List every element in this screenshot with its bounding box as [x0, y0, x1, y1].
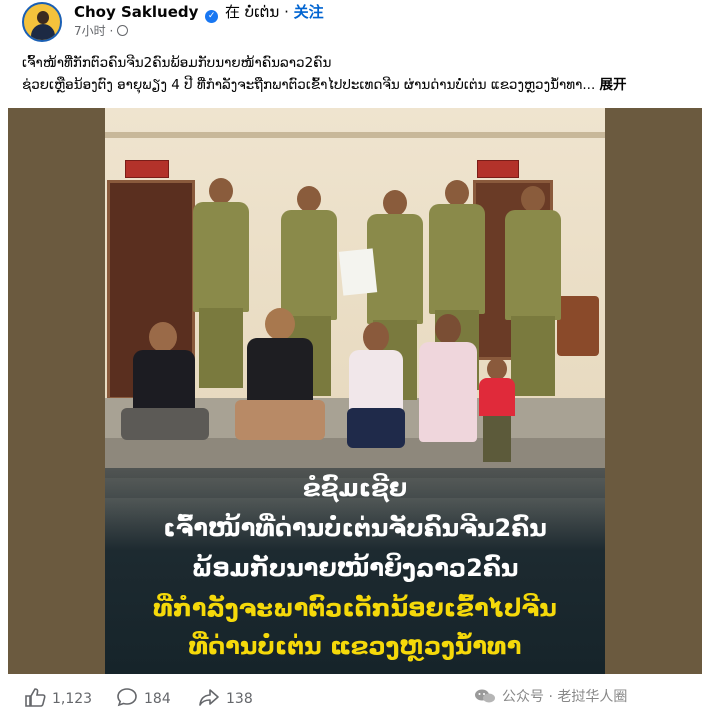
- chair: [557, 296, 599, 356]
- post-time[interactable]: 7小时: [74, 24, 106, 38]
- separator: ·: [284, 3, 289, 21]
- caption-line-2: ຊ່ວຍເຫຼືອນ້ອງຕົງ ອາຍຸພຽງ 4 ປີ ທີ່ກຳລັງຈະ…: [22, 74, 692, 96]
- image-text-overlay: ຂໍຊົມເຊີຍ ເຈົ້າໜ້າທີ່ດ່ານບໍ່ເຕ່ນຈັບຄົນຈີ…: [105, 468, 605, 674]
- overlay-line-3: ພ້ອມກັບນາຍໜ້າຍິງລາວ2ຄົນ: [191, 554, 519, 582]
- comment-icon: [117, 688, 137, 707]
- post-header: Choy Sakluedy ✓ 在 ບໍ່ເຕ່ນ · 关注 7小时 ·: [0, 0, 710, 44]
- avatar[interactable]: [22, 2, 62, 42]
- wechat-watermark: 公众号 · 老挝华人圈: [474, 687, 627, 707]
- avatar-head: [37, 11, 49, 24]
- see-more-button[interactable]: 展开: [600, 77, 627, 93]
- share-count: 138: [226, 691, 253, 707]
- red-sign-left: [125, 160, 169, 178]
- post-meta: 7小时 ·: [74, 23, 129, 39]
- post-caption: ເຈົ້າໜ້າທີ່ກັກຕົວຄົນຈີນ2ຄົນພ້ອມກັບນາຍໜ້າ…: [22, 52, 692, 96]
- avatar-body: [31, 24, 55, 40]
- overlay-line-4: ທີ່ກຳລັງຈະພາຕົວເດັກນ້ອຍເຂົ້າໄປຈີນ: [153, 594, 557, 622]
- seated-man: [229, 308, 329, 458]
- caption-line-1: ເຈົ້າໜ້າທີ່ກັກຕົວຄົນຈີນ2ຄົນພ້ອມກັບນາຍໜ້າ…: [22, 55, 332, 71]
- location-prefix: 在: [224, 3, 240, 21]
- seated-woman: [341, 322, 411, 452]
- wechat-icon: [475, 689, 495, 703]
- author-name[interactable]: Choy Sakluedy: [74, 3, 198, 21]
- overlay-line-1: ຂໍຊົມເຊີຍ: [302, 474, 408, 502]
- photo-scene: ຂໍຊົມເຊີຍ ເຈົ້າໜ້າທີ່ດ່ານບໍ່ເຕ່ນຈັບຄົນຈີ…: [105, 108, 605, 674]
- share-button[interactable]: 138: [198, 687, 253, 709]
- comment-count: 184: [144, 691, 171, 707]
- child: [475, 358, 519, 468]
- location-link[interactable]: ບໍ່ເຕ່ນ: [245, 3, 280, 21]
- document-paper: [338, 248, 378, 296]
- like-button[interactable]: 1,123: [24, 687, 92, 709]
- reaction-bar: 1,123 184 138 公众号 · 老挝华人圈: [0, 678, 710, 720]
- verified-badge-icon: ✓: [205, 10, 219, 23]
- overlay-line-2: ເຈົ້າໜ້າທີ່ດ່ານບໍ່ເຕ່ນຈັບຄົນຈີນ2ຄົນ: [163, 514, 547, 542]
- post-photo[interactable]: ຂໍຊົມເຊີຍ ເຈົ້າໜ້າທີ່ດ່ານບໍ່ເຕ່ນຈັບຄົນຈີ…: [8, 108, 702, 674]
- caption-line-2-text: ຊ່ວຍເຫຼືອນ້ອງຕົງ ອາຍຸພຽງ 4 ປີ ທີ່ກຳລັງຈະ…: [22, 77, 596, 93]
- comment-button[interactable]: 184: [116, 687, 171, 709]
- like-count: 1,123: [52, 691, 93, 707]
- wall-stripe: [105, 132, 605, 138]
- seated-woman: [409, 314, 485, 464]
- watermark-text: 公众号 · 老挝华人圈: [502, 689, 628, 705]
- like-icon: [25, 688, 46, 707]
- share-icon: [199, 689, 219, 706]
- time-separator: ·: [109, 24, 114, 38]
- globe-icon: [117, 25, 129, 36]
- overlay-line-5: ທີ່ດ່ານບໍ່ເຕ່ນ ແຂວງຫຼວງນ້ຳທາ: [188, 632, 522, 660]
- red-sign-right: [477, 160, 519, 178]
- author-line: Choy Sakluedy ✓ 在 ບໍ່ເຕ່ນ · 关注: [74, 2, 324, 23]
- seated-man: [119, 322, 209, 452]
- follow-button[interactable]: 关注: [294, 3, 324, 21]
